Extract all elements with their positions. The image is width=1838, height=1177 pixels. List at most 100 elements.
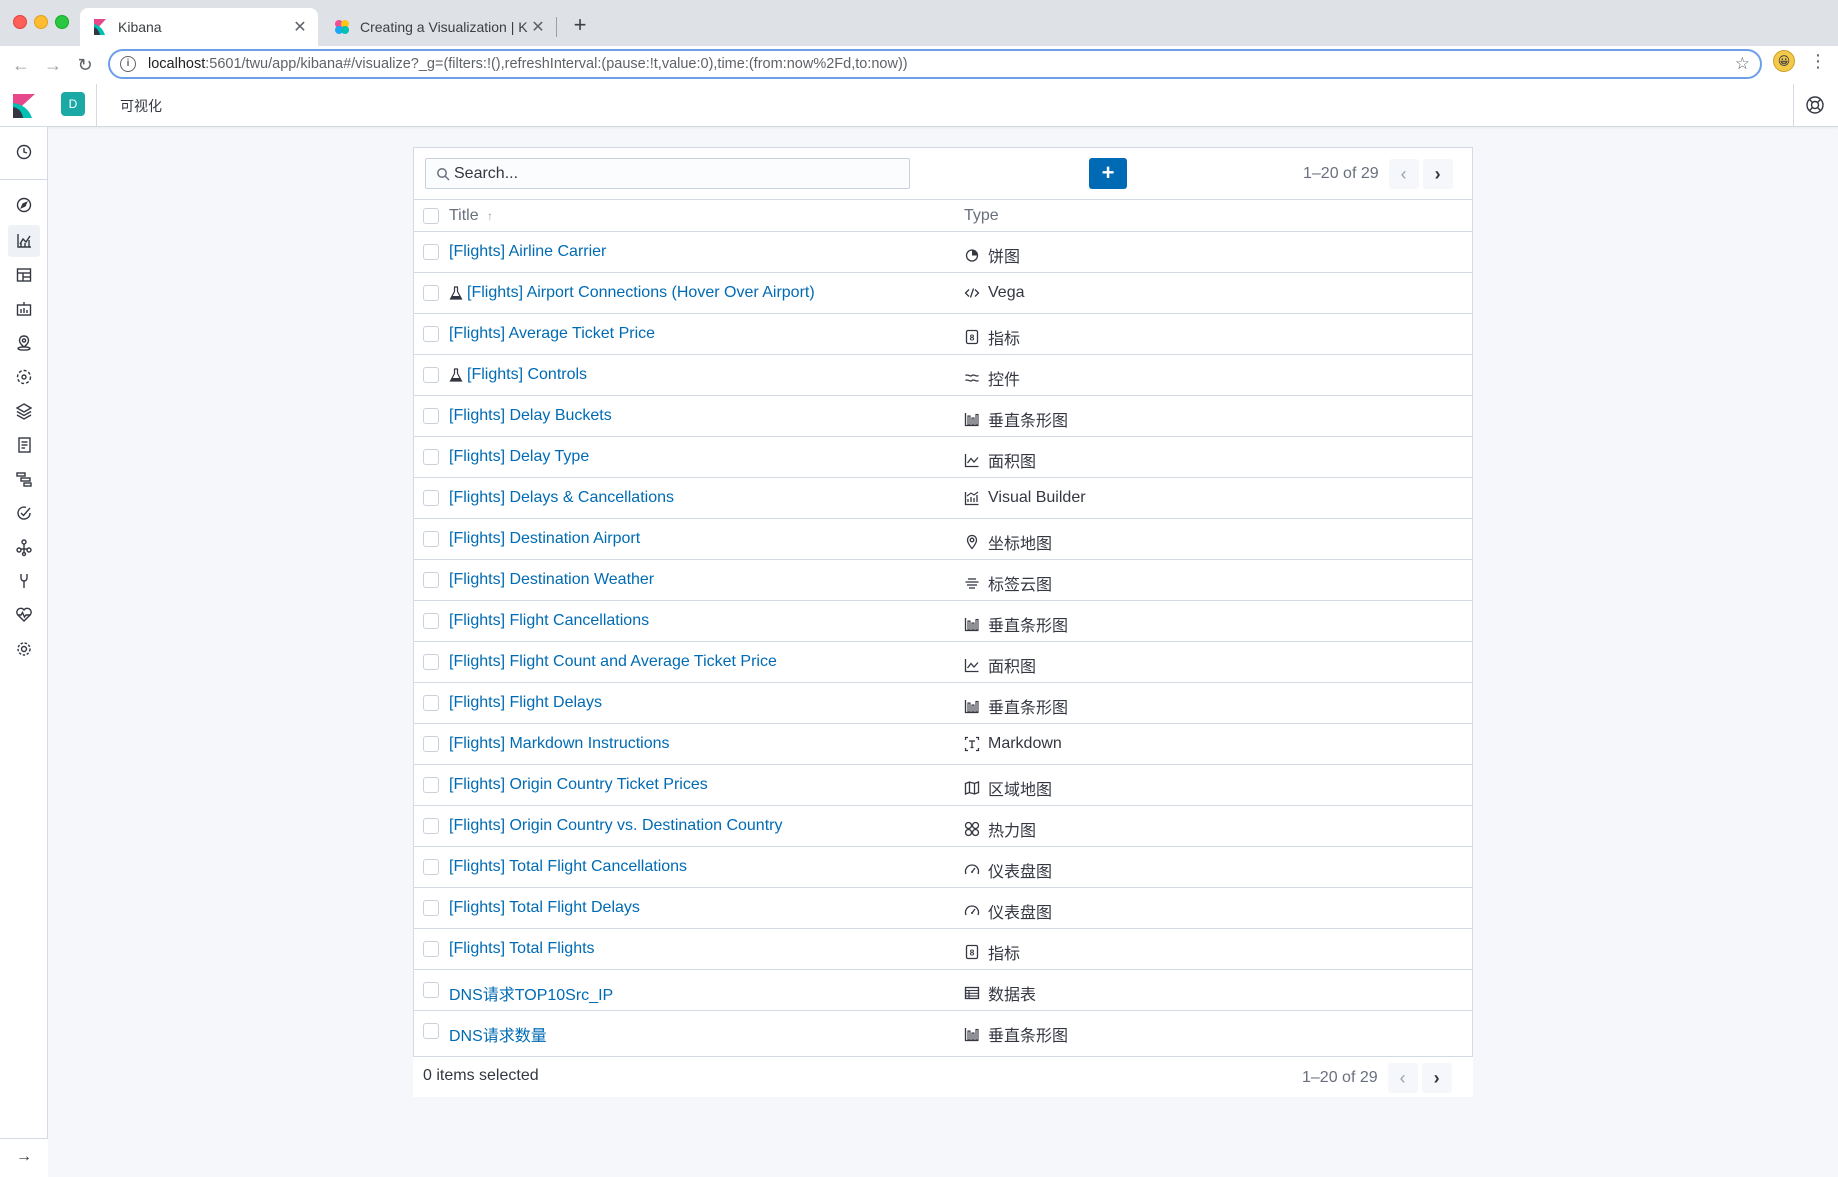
search-input[interactable] [454,164,894,183]
visualization-type-label: 垂直条形图 [988,1028,1069,1045]
row-checkbox[interactable] [423,449,439,465]
new-tab-button[interactable]: + [566,12,594,40]
visualization-title-link[interactable]: [Flights] Total Flights [449,940,595,958]
row-checkbox[interactable] [423,736,439,752]
visualization-title-link[interactable]: [Flights] Airline Carrier [449,243,606,261]
table-row: [Flights] Delays & Cancellations Visual B… [414,477,1472,518]
visualization-title-link[interactable]: [Flights] Flight Cancellations [449,612,649,630]
row-checkbox[interactable] [423,326,439,342]
visualization-title-link[interactable]: DNS请求数量 [449,1022,547,1046]
select-all-checkbox[interactable] [423,208,439,224]
row-checkbox[interactable] [423,900,439,916]
row-checkbox[interactable] [423,777,439,793]
visualization-title-link[interactable]: [Flights] Origin Country vs. Destination… [449,817,782,835]
visualization-title-link[interactable]: [Flights] Origin Country Ticket Prices [449,776,708,794]
visualization-type: 标签云图 [964,571,1052,595]
row-checkbox[interactable] [423,695,439,711]
row-checkbox[interactable] [423,572,439,588]
visualization-title: [Flights] Total Flights [449,940,595,957]
visualization-title-link[interactable]: [Flights] Total Flight Cancellations [449,858,687,876]
table-row: [Flights] Destination Airport 坐标地图 [414,518,1472,559]
profile-avatar[interactable]: 😀 [1773,50,1795,72]
row-checkbox[interactable] [423,941,439,957]
row-checkbox[interactable] [423,859,439,875]
page-range: 1–20 of 29 [1303,164,1379,182]
visualization-title-link[interactable]: [Flights] Total Flight Delays [449,899,640,917]
close-tab-icon[interactable]: ✕ [290,17,310,37]
uptime-icon[interactable] [14,503,34,523]
row-checkbox[interactable] [423,982,439,998]
visualization-title-link[interactable]: [Flights] Destination Airport [449,530,640,548]
visualization-title-link[interactable]: [Flights] Delays & Cancellations [449,489,674,507]
monitoring-icon[interactable] [14,605,34,625]
visualization-type: 热力图 [964,817,1036,841]
visualization-title-link[interactable]: [Flights] Airport Connections (Hover Ove… [449,284,815,302]
row-checkbox[interactable] [423,408,439,424]
next-page-button[interactable]: › [1421,1062,1452,1093]
kibana-header: D 可视化 [0,84,1838,127]
visualization-title-link[interactable]: [Flights] Destination Weather [449,571,654,589]
visualization-type-label: 标签云图 [988,577,1053,594]
previous-page-button[interactable]: ‹ [1388,158,1419,189]
area-chart-icon [964,454,979,468]
table-row: [Flights] Average Ticket Price 8 指标 [414,313,1472,354]
browser-tab-kibana[interactable]: Kibana ✕ [80,8,318,46]
row-checkbox[interactable] [423,613,439,629]
visualization-title-link[interactable]: [Flights] Markdown Instructions [449,735,670,753]
row-checkbox[interactable] [423,367,439,383]
site-info-icon[interactable]: i [120,56,136,72]
space-avatar[interactable]: D [61,92,85,116]
visualization-title-link[interactable]: [Flights] Delay Buckets [449,407,612,425]
visualization-title-link[interactable]: [Flights] Flight Count and Average Ticke… [449,653,777,671]
dev-tools-icon[interactable] [14,571,34,591]
previous-page-button[interactable]: ‹ [1387,1062,1418,1093]
canvas-icon[interactable] [14,299,34,319]
visualization-title-link[interactable]: DNS请求TOP10Src_IP [449,981,613,1005]
reload-button[interactable]: ↻ [72,52,98,78]
close-window-button[interactable] [13,15,27,29]
row-checkbox[interactable] [423,531,439,547]
minimize-window-button[interactable] [34,15,48,29]
graph-icon[interactable] [14,537,34,557]
visualization-type: 垂直条形图 [964,694,1068,718]
row-checkbox[interactable] [423,490,439,506]
discover-icon[interactable] [14,195,34,215]
page-range: 1–20 of 29 [1302,1068,1378,1086]
dashboard-icon[interactable] [14,265,34,285]
visualization-title-link[interactable]: [Flights] Flight Delays [449,694,602,712]
browser-tab-docs[interactable]: Creating a Visualization | Kiban ✕ [322,8,556,46]
forward-button[interactable]: → [40,52,66,78]
row-checkbox[interactable] [423,285,439,301]
row-checkbox[interactable] [423,818,439,834]
address-bar[interactable]: i localhost:5601/twu/app/kibana#/visuali… [108,49,1762,79]
apm-icon[interactable] [14,469,34,489]
column-header-title[interactable]: Title [449,207,479,225]
close-tab-icon[interactable]: ✕ [528,17,548,37]
management-icon[interactable] [14,639,34,659]
nav-collapse-button[interactable]: → [0,1138,48,1177]
maximize-window-button[interactable] [55,15,69,29]
visualization-title-link[interactable]: [Flights] Controls [449,366,587,384]
bookmark-star-icon[interactable]: ☆ [1735,54,1750,74]
infrastructure-icon[interactable] [14,401,34,421]
help-icon[interactable] [1805,95,1825,115]
visualization-type-label: 面积图 [988,659,1037,676]
row-checkbox[interactable] [423,654,439,670]
next-page-button[interactable]: › [1422,158,1453,189]
maps-icon[interactable] [14,333,34,353]
search-field[interactable] [425,158,910,189]
visualization-title-link[interactable]: [Flights] Delay Type [449,448,589,466]
create-visualization-button[interactable]: + [1089,158,1127,189]
visualize-icon[interactable] [14,231,34,251]
ml-icon[interactable] [14,367,34,387]
browser-menu-icon[interactable]: ⋮ [1808,48,1828,74]
clock-icon[interactable] [14,142,34,162]
back-button[interactable]: ← [8,52,34,78]
visualization-type: 垂直条形图 [964,1022,1068,1046]
row-checkbox[interactable] [423,1023,439,1039]
kibana-logo-icon[interactable] [13,94,35,118]
logs-icon[interactable] [14,435,34,455]
visualization-title-link[interactable]: [Flights] Average Ticket Price [449,325,655,343]
column-header-type[interactable]: Type [964,207,999,225]
row-checkbox[interactable] [423,244,439,260]
